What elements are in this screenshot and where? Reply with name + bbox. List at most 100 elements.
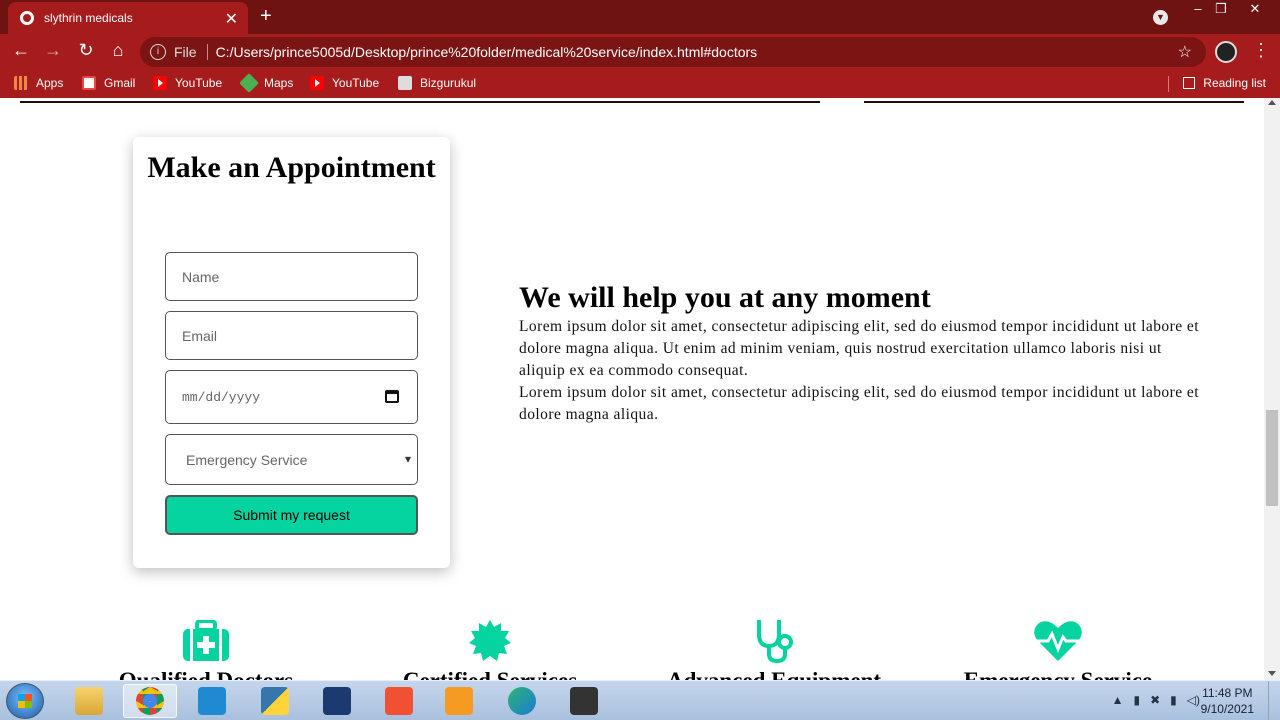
- vscode-icon: [198, 687, 226, 715]
- help-paragraph-1: Lorem ipsum dolor sit amet, consectetur …: [519, 318, 1199, 379]
- submit-request-button[interactable]: Submit my request: [165, 495, 418, 535]
- gmail-icon: [82, 76, 96, 90]
- bookmark-bizgurukul[interactable]: Bizgurukul: [398, 76, 476, 90]
- email-placeholder: Email: [182, 327, 218, 344]
- stethoscope-icon: [624, 618, 924, 664]
- forward-icon[interactable]: →: [42, 40, 64, 61]
- feature-label: Advanced Equipment: [624, 668, 924, 680]
- help-paragraph-2: Lorem ipsum dolor sit amet, consectetur …: [519, 384, 1199, 423]
- taskbar-devcpp[interactable]: [310, 684, 364, 718]
- clapperboard-icon: [570, 687, 598, 715]
- chevron-down-icon: ▾: [404, 452, 411, 466]
- medical-kit-icon: [56, 618, 356, 664]
- volume-icon[interactable]: ◁): [1187, 693, 1200, 707]
- heartbeat-icon: [908, 618, 1208, 664]
- feature-label: Qualified Doctors: [56, 668, 356, 680]
- show-desktop-button[interactable]: [1268, 681, 1280, 720]
- page-viewport: Make an Appointment Name Email mm/dd/yyy…: [0, 98, 1264, 680]
- appointment-card: Make an Appointment Name Email mm/dd/yyy…: [133, 137, 450, 568]
- restore-icon[interactable]: ❐: [1206, 0, 1236, 18]
- bookmark-maps[interactable]: Maps: [239, 73, 294, 93]
- bookmark-gmail[interactable]: Gmail: [82, 76, 135, 90]
- feature-label: Certified Services: [340, 668, 640, 680]
- new-tab-button[interactable]: +: [260, 5, 272, 28]
- clock-date: 9/10/2021: [1200, 702, 1254, 716]
- service-select[interactable]: Emergency Service ▾: [165, 434, 418, 485]
- clock-time: 11:48 PM: [1202, 686, 1253, 700]
- bookmark-apps[interactable]: Apps: [14, 76, 63, 90]
- taskbar-vscode[interactable]: [185, 684, 239, 718]
- appointment-title: Make an Appointment: [147, 151, 436, 184]
- bookmark-star-icon[interactable]: ☆: [1178, 42, 1192, 62]
- tray-expand-icon[interactable]: ▲: [1112, 693, 1124, 707]
- certificate-badge-icon: [340, 618, 640, 664]
- date-input[interactable]: mm/dd/yyyy: [165, 370, 418, 424]
- reading-list-button[interactable]: Reading list: [1183, 76, 1266, 90]
- bookmark-label: YouTube: [332, 76, 380, 90]
- address-bar[interactable]: i File C:/Users/prince5005d/Desktop/prin…: [140, 37, 1206, 67]
- home-icon[interactable]: ⌂: [107, 40, 129, 61]
- signal-icon[interactable]: ▮: [1133, 693, 1140, 707]
- email-input[interactable]: Email: [165, 311, 418, 360]
- bookmarks-separator: [1168, 76, 1169, 92]
- network-error-icon[interactable]: ✖: [1150, 693, 1160, 707]
- reading-list-label: Reading list: [1203, 76, 1266, 90]
- browser-titlebar: slythrin medicals ✕ + ▼ – ❐ ✕: [0, 0, 1280, 34]
- bookmarks-bar: Apps Gmail YouTube Maps YouTube Bizguruk…: [0, 70, 1280, 98]
- reload-icon[interactable]: ↻: [75, 40, 97, 61]
- windows-taskbar: ▲ ▮ ✖ ▮ ◁) 11:48 PM 9/10/2021: [0, 680, 1280, 720]
- reading-list-icon: [1183, 77, 1196, 89]
- bookmark-label: Maps: [264, 76, 294, 90]
- globe-icon: [20, 11, 34, 25]
- wifi-icon[interactable]: ▮: [1170, 693, 1177, 707]
- python-icon: [261, 687, 289, 715]
- scroll-up-icon[interactable]: [1268, 100, 1276, 105]
- devcpp-icon: [323, 687, 351, 715]
- taskbar-media[interactable]: [432, 684, 486, 718]
- page-scrollbar[interactable]: [1264, 98, 1280, 680]
- help-section: We will help you at any moment Lorem ips…: [519, 280, 1199, 426]
- apps-grid-icon: [14, 76, 28, 90]
- section-divider: [20, 101, 820, 103]
- feature-qualified-doctors: Qualified Doctors: [56, 618, 356, 680]
- taskbar-edge[interactable]: [495, 684, 549, 718]
- bookmark-youtube-2[interactable]: YouTube: [310, 76, 379, 90]
- taskbar-mediaclassic[interactable]: [557, 684, 611, 718]
- profile-avatar[interactable]: [1215, 41, 1237, 63]
- feature-certified-services: Certified Services: [340, 618, 640, 680]
- media-player-icon: [445, 687, 473, 715]
- calendar-icon[interactable]: [385, 390, 399, 403]
- scrollbar-thumb[interactable]: [1266, 410, 1278, 506]
- browser-tab[interactable]: slythrin medicals ✕: [8, 2, 248, 34]
- taskbar-chrome[interactable]: [123, 684, 177, 718]
- bookmark-label: YouTube: [175, 76, 223, 90]
- scroll-down-icon[interactable]: [1268, 671, 1276, 676]
- bookmark-label: Apps: [36, 76, 64, 90]
- taskbar-python[interactable]: [248, 684, 302, 718]
- start-button[interactable]: [6, 683, 44, 719]
- date-placeholder: mm/dd/yyyy: [182, 389, 261, 405]
- system-clock[interactable]: 11:48 PM 9/10/2021: [1201, 685, 1254, 717]
- menu-dots-icon[interactable]: ⋮: [1252, 40, 1270, 61]
- service-selected-value: Emergency Service: [186, 451, 308, 468]
- window-close-icon[interactable]: ✕: [1240, 0, 1270, 18]
- git-icon: [385, 687, 413, 715]
- chrome-icon: [136, 687, 164, 715]
- system-tray: ▲ ▮ ✖ ▮ ◁): [1112, 693, 1200, 707]
- back-icon[interactable]: ←: [10, 40, 32, 61]
- bookmark-label: Gmail: [104, 76, 136, 90]
- feature-advanced-equipment: Advanced Equipment: [624, 618, 924, 680]
- close-tab-icon[interactable]: ✕: [225, 9, 238, 29]
- url-text[interactable]: C:/Users/prince5005d/Desktop/prince%20fo…: [216, 44, 758, 60]
- tab-search-icon[interactable]: ▼: [1153, 10, 1168, 25]
- taskbar-explorer[interactable]: [62, 684, 116, 718]
- site-info-icon[interactable]: i: [150, 44, 166, 60]
- youtube-icon: [310, 76, 324, 90]
- folder-icon: [75, 687, 103, 715]
- help-heading: We will help you at any moment: [519, 281, 931, 314]
- taskbar-git[interactable]: [372, 684, 426, 718]
- name-input[interactable]: Name: [165, 252, 418, 301]
- bookmark-youtube[interactable]: YouTube: [153, 76, 222, 90]
- section-divider: [864, 101, 1244, 103]
- bookmark-label: Bizgurukul: [420, 76, 477, 90]
